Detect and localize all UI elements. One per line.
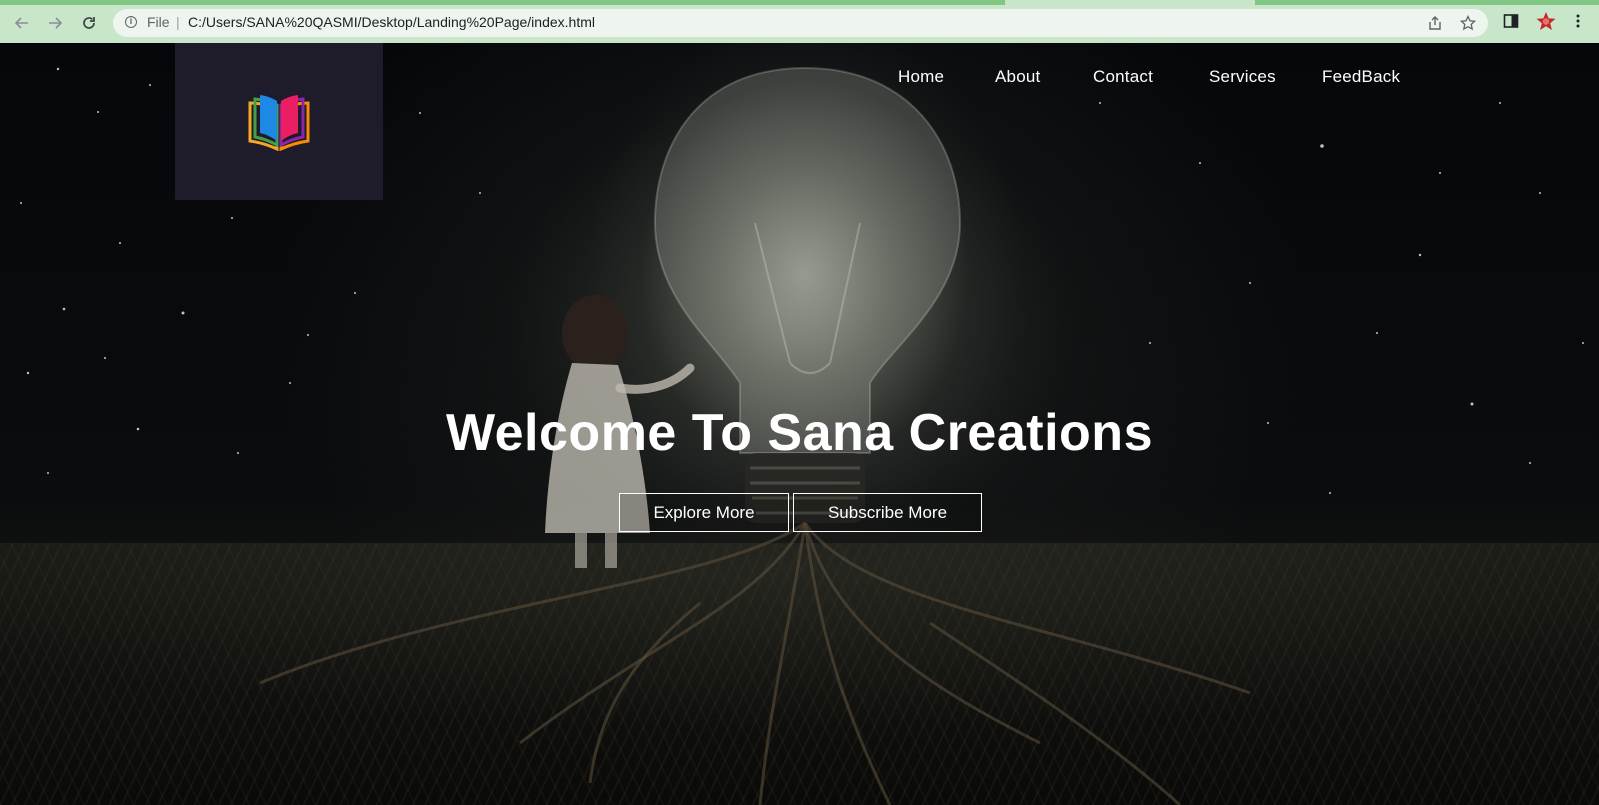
star-icon[interactable] [1458, 13, 1478, 33]
reload-icon[interactable] [78, 12, 100, 34]
books-logo-icon [248, 94, 310, 151]
info-icon[interactable]: i [125, 16, 137, 28]
nav-contact-link[interactable]: Contact [1093, 67, 1153, 87]
address-bar[interactable]: i File | C:/Users/SANA%20QASMI/Desktop/L… [113, 9, 1488, 37]
nav-home-link[interactable]: Home [898, 67, 944, 87]
menu-icon[interactable] [1570, 13, 1588, 31]
landing-page: Home About Contact Services FeedBack Wel… [0, 43, 1599, 805]
url-text[interactable]: C:/Users/SANA%20QASMI/Desktop/Landing%20… [188, 14, 595, 30]
side-panel-icon[interactable] [1503, 13, 1521, 31]
explore-more-button[interactable]: Explore More [619, 493, 789, 532]
back-arrow-icon[interactable] [11, 12, 33, 34]
tab-strip-indicator [0, 0, 1005, 5]
extension-icon[interactable] [1535, 11, 1557, 33]
hero-title: Welcome To Sana Creations [446, 404, 1153, 462]
browser-toolbar: i File | C:/Users/SANA%20QASMI/Desktop/L… [0, 0, 1599, 43]
tab-strip-indicator [1255, 0, 1599, 5]
nav-about-link[interactable]: About [995, 67, 1040, 87]
main-navigation: Home About Contact Services FeedBack [0, 67, 1599, 91]
nav-services-link[interactable]: Services [1209, 67, 1276, 87]
forward-arrow-icon[interactable] [44, 12, 66, 34]
subscribe-more-button[interactable]: Subscribe More [793, 493, 982, 532]
share-icon[interactable] [1425, 13, 1445, 33]
scheme-separator: | [176, 14, 180, 30]
nav-feedback-link[interactable]: FeedBack [1322, 67, 1400, 87]
scheme-label: File [147, 14, 170, 30]
